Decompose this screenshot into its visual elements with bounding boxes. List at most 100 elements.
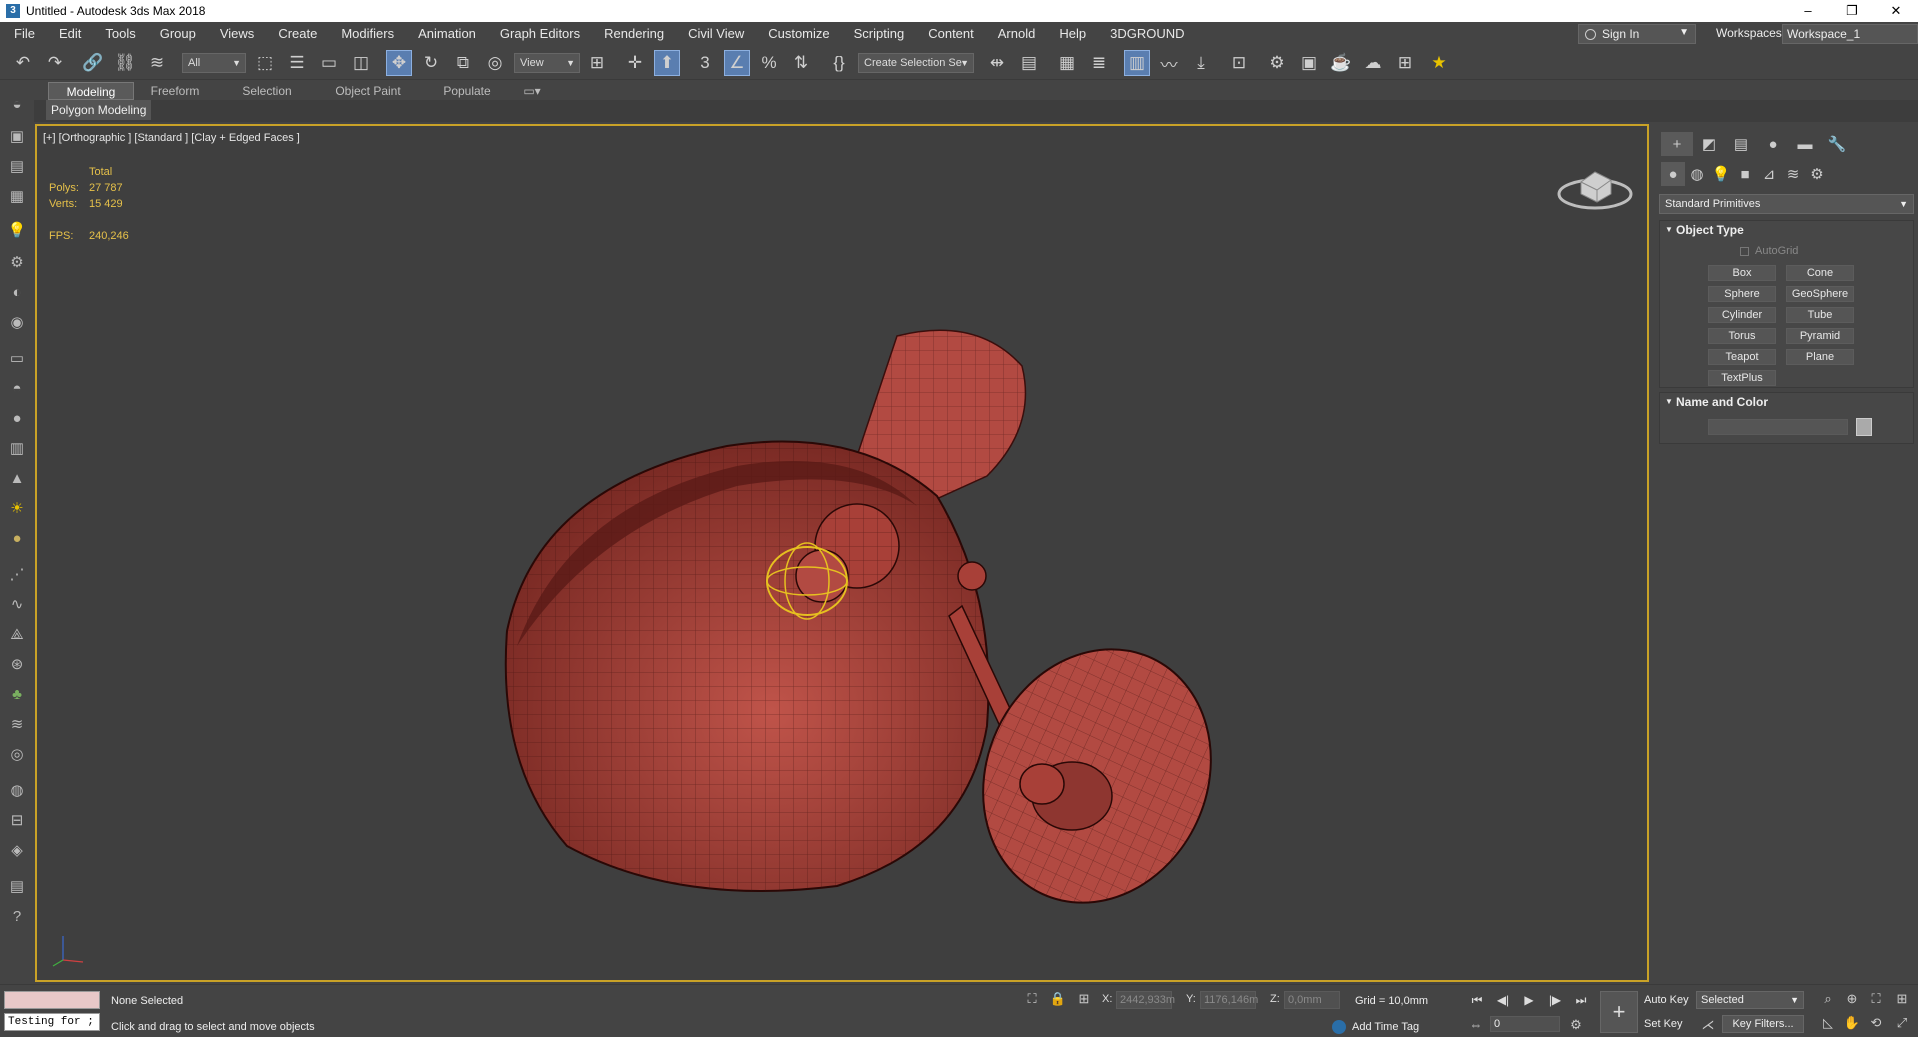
menu-views[interactable]: Views [208,22,266,46]
menu-create[interactable]: Create [266,22,329,46]
grid-icon[interactable]: ▦ [7,186,27,206]
set-key-button[interactable]: Set Key [1644,1015,1690,1033]
render-sphere-icon[interactable]: ◍ [7,780,27,800]
menu-arnold[interactable]: Arnold [986,22,1048,46]
object-category-dropdown[interactable]: Standard Primitives ▼ [1659,194,1914,214]
tab-modeling[interactable]: Modeling [48,82,134,100]
menu-file[interactable]: File [0,22,47,46]
scene-model-lamp[interactable] [37,126,1649,982]
autogrid-checkbox[interactable]: AutoGrid [1740,245,1798,257]
disc-icon[interactable]: ● [7,528,27,548]
key-mode-icon[interactable]: ⇔ [1466,1015,1486,1035]
tab-selection[interactable]: Selection [232,82,302,100]
viewcube-icon[interactable] [1555,154,1635,214]
zoom-extents-icon[interactable]: ⛶ [1866,989,1886,1009]
select-and-move-icon[interactable]: ✥ [386,50,412,76]
menu-content[interactable]: Content [916,22,986,46]
camera-rig-icon[interactable]: ⚙ [7,252,27,272]
minimize-button[interactable]: – [1786,0,1830,22]
rect-selection-icon[interactable]: ▭ [316,50,342,76]
viewport-orthographic[interactable]: [+] [Orthographic ] [Standard ] [Clay + … [35,124,1649,982]
scene-states-icon[interactable]: ⊟ [7,810,27,830]
select-by-name-icon[interactable]: ☰ [284,50,310,76]
unlink-icon[interactable]: ⛓ [112,50,138,76]
mirror-icon[interactable]: ⇹ [984,50,1010,76]
rendered-frame-window-icon[interactable]: ▣ [1296,50,1322,76]
spline-icon[interactable]: ∿ [7,594,27,614]
lights-category-icon[interactable]: 💡 [1709,162,1733,186]
menu-animation[interactable]: Animation [406,22,488,46]
zoom-icon[interactable]: ⌕ [1818,989,1838,1009]
pan-view-icon[interactable]: ✋ [1842,1013,1862,1033]
restore-button[interactable]: ❐ [1830,0,1874,22]
menu-scripting[interactable]: Scripting [842,22,917,46]
scene-explorer-icon[interactable]: ▥ [1124,50,1150,76]
maxscript-listener-output[interactable] [4,991,100,1009]
redo-icon[interactable]: ↷ [42,50,68,76]
particles-icon[interactable]: ⋰ [7,564,27,584]
named-selection-dropdown[interactable]: Create Selection Se ▼ [858,53,974,73]
speaker-icon[interactable]: ◐ [7,282,27,302]
bind-space-warp-icon[interactable]: ≋ [144,50,170,76]
previous-frame-icon[interactable]: ◀| [1492,991,1514,1009]
place-icon[interactable]: ◎ [482,50,508,76]
curve-editor-icon[interactable]: 〰 [1156,50,1182,76]
cone-icon[interactable]: ▲ [7,468,27,488]
helpers-category-icon[interactable]: ⊿ [1757,162,1781,186]
utilities-tab-icon[interactable]: 🔧 [1821,132,1853,156]
select-object-icon[interactable]: ⬚ [252,50,278,76]
polygon-modeling-label[interactable]: Polygon Modeling [46,100,152,120]
default-in-out-tangent-icon[interactable]: ⋌ [1698,1015,1718,1035]
play-icon[interactable]: ▶ [1518,991,1540,1009]
cameras-category-icon[interactable]: ■ [1733,162,1757,186]
ribbon-options-icon[interactable]: ▭▾ [520,82,544,100]
space-warp-icon[interactable]: ⊛ [7,654,27,674]
list-icon[interactable]: ▤ [7,156,27,176]
teapot-button[interactable]: Teapot [1708,349,1776,365]
link-icon[interactable]: 🔗 [80,50,106,76]
box-button[interactable]: Box [1708,265,1776,281]
modify-tab-icon[interactable]: ◩ [1693,132,1725,156]
shapes-category-icon[interactable]: ◍ [1685,162,1709,186]
maximize-viewport-icon[interactable]: ⤢ [1892,1013,1912,1033]
zoom-extents-all-icon[interactable]: ⊞ [1892,989,1912,1009]
undo-icon[interactable]: ↶ [10,50,36,76]
geosphere-button[interactable]: GeoSphere [1786,286,1854,302]
menu-rendering[interactable]: Rendering [592,22,676,46]
menu-customize[interactable]: Customize [756,22,841,46]
tab-populate[interactable]: Populate [430,82,504,100]
sun-icon[interactable]: ☀ [7,498,27,518]
cylinder-button[interactable]: Cylinder [1708,307,1776,323]
next-frame-icon[interactable]: |▶ [1544,991,1566,1009]
display-tab-icon[interactable]: ▬ [1789,132,1821,156]
sphere-icon[interactable]: ● [7,408,27,428]
object-color-swatch[interactable] [1856,418,1872,436]
sign-in-button[interactable]: Sign In ▼ [1578,24,1696,44]
motion-tab-icon[interactable]: ● [1757,132,1789,156]
edit-named-selection-icon[interactable]: {} [826,50,852,76]
window-crossing-icon[interactable]: ◫ [348,50,374,76]
workspace-select[interactable]: Workspace_1 [1782,24,1918,44]
textplus-button[interactable]: TextPlus [1708,370,1776,386]
hair-fur-icon[interactable]: ≋ [7,714,27,734]
create-tab-icon[interactable]: + [1661,132,1693,156]
cone-button[interactable]: Cone [1786,265,1854,281]
go-to-end-icon[interactable]: ⏭ [1570,991,1592,1009]
selection-filter-dropdown[interactable]: All ▼ [182,53,246,73]
box-primitive-icon[interactable]: ▭ [7,348,27,368]
map-icon[interactable]: ◈ [7,840,27,860]
x-coordinate-field[interactable]: 2442,933m [1116,991,1175,1009]
selection-lock-icon[interactable]: 🔒 [1048,989,1068,1009]
render-in-cloud-icon[interactable]: ⊞ [1392,50,1418,76]
space-warps-category-icon[interactable]: ≋ [1781,162,1805,186]
go-to-start-icon[interactable]: ⏮ [1466,991,1488,1009]
pivot-center-icon[interactable]: ⊞ [584,50,610,76]
orbit-icon[interactable]: ⟲ [1866,1013,1886,1033]
set-keys-icon[interactable]: + [1600,991,1638,1033]
zoom-all-icon[interactable]: ⊕ [1842,989,1862,1009]
menu-group[interactable]: Group [148,22,208,46]
systems-category-icon[interactable]: ⚙ [1805,162,1829,186]
time-config-icon[interactable]: ⚙ [1566,1015,1586,1035]
hemisphere-icon[interactable]: ◓ [7,378,27,398]
clipboard-icon[interactable]: ▤ [7,876,27,896]
